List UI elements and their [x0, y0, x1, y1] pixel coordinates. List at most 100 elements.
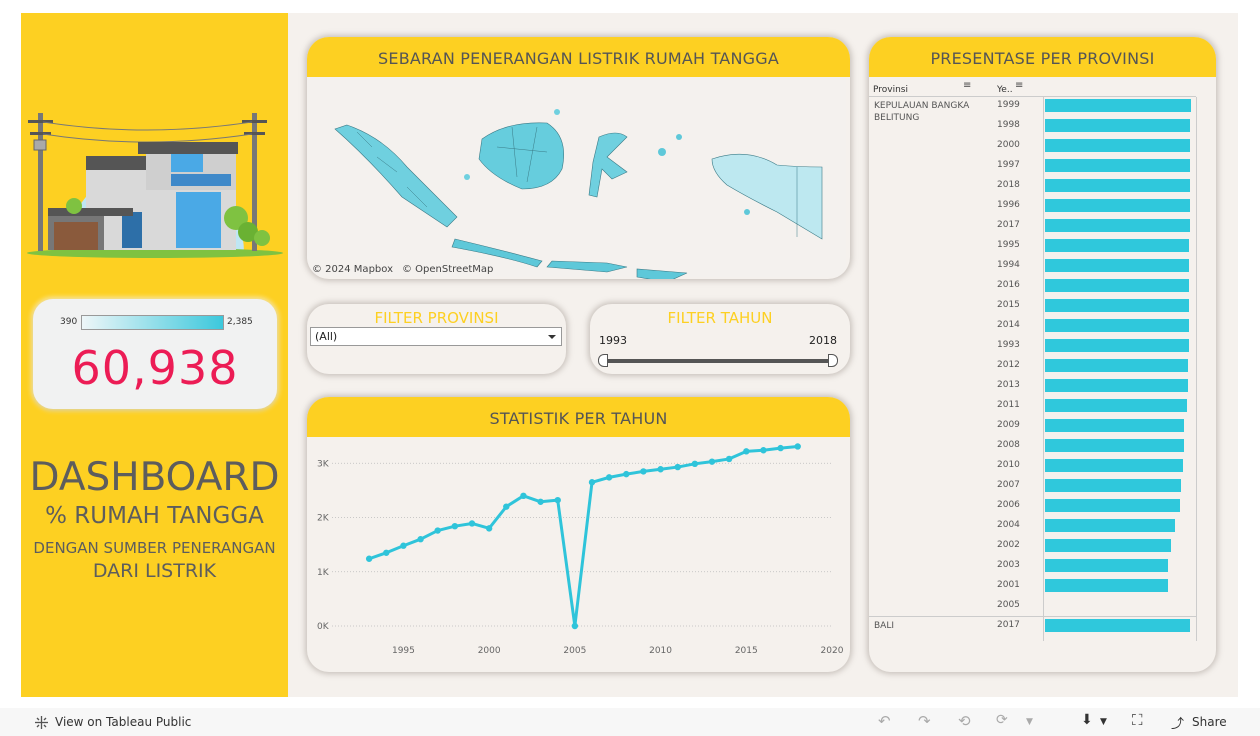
column-header-year[interactable]: Ye.. — [997, 85, 1013, 95]
data-point[interactable] — [434, 527, 441, 534]
percent-bar[interactable] — [1045, 479, 1182, 492]
data-point[interactable] — [640, 468, 647, 475]
year-label: 2015 — [997, 300, 1020, 310]
data-point[interactable] — [365, 555, 373, 562]
data-point[interactable] — [520, 492, 527, 500]
percent-bar[interactable] — [1045, 459, 1183, 472]
map-card-title: SEBARAN PENERANGAN LISTRIK RUMAH TANGGA — [307, 37, 850, 77]
map-attribution-mapbox[interactable]: © 2024 Mapbox — [312, 264, 393, 275]
percent-bar[interactable] — [1045, 579, 1168, 592]
data-point[interactable] — [657, 466, 664, 473]
indonesia-map[interactable]: © 2024 Mapbox © OpenStreetMap — [307, 77, 850, 279]
percent-bar[interactable] — [1045, 419, 1185, 432]
data-point[interactable] — [691, 460, 699, 468]
dashboard-subtitle-2: DENGAN SUMBER PENERANGAN — [33, 539, 276, 557]
percent-bar[interactable] — [1045, 559, 1168, 572]
percent-bar[interactable] — [1045, 259, 1190, 272]
province-label: KEPULAUAN BANGKA BELITUNG — [874, 101, 970, 123]
percent-bar[interactable] — [1045, 519, 1176, 532]
province-label: BALI — [874, 621, 894, 631]
data-point[interactable] — [623, 470, 630, 478]
revert-icon[interactable]: ⟲ — [958, 712, 971, 730]
data-point[interactable] — [794, 443, 801, 450]
provinsi-dropdown[interactable]: (All) — [310, 327, 562, 346]
year-label: 2002 — [997, 540, 1020, 550]
x-tick-label: 2005 — [563, 646, 586, 656]
percent-bar[interactable] — [1045, 319, 1189, 332]
tableau-logo-icon[interactable] — [34, 715, 49, 730]
year-range-slider[interactable] — [602, 359, 834, 363]
dashboard-stage: 390 2,385 60,938 DASHBOARD % RUMAH TANGG… — [0, 0, 1260, 736]
year-label: 2016 — [997, 280, 1020, 290]
percent-bar[interactable] — [1045, 179, 1191, 192]
view-on-tableau-link[interactable]: View on Tableau Public — [55, 715, 191, 729]
data-point[interactable] — [760, 447, 767, 454]
percent-bar[interactable] — [1045, 239, 1190, 252]
year-label: 2000 — [997, 140, 1020, 150]
data-point[interactable] — [674, 463, 681, 471]
data-point[interactable] — [400, 542, 407, 549]
series-line — [368, 444, 798, 628]
kpi-value: 60,938 — [71, 341, 239, 395]
sort-icon[interactable]: ≡ — [963, 80, 971, 91]
data-point[interactable] — [537, 498, 544, 505]
data-point[interactable] — [605, 474, 613, 481]
percent-bar[interactable] — [1045, 619, 1191, 632]
share-button[interactable]: Share — [1192, 715, 1227, 729]
percent-bar[interactable] — [1045, 219, 1191, 232]
data-point[interactable] — [485, 525, 493, 532]
line-chart[interactable]: 0K 1K 2K 3K 1995 2000 2005 2010 2015 2020 — [307, 437, 850, 672]
year-label: 2004 — [997, 520, 1020, 530]
data-point[interactable] — [554, 496, 561, 504]
percent-bar[interactable] — [1045, 299, 1190, 312]
download-icon[interactable]: ⬇ — [1081, 712, 1093, 728]
percent-bar[interactable] — [1045, 379, 1188, 392]
redo-icon[interactable]: ↷ — [918, 712, 931, 730]
percent-bar[interactable] — [1045, 439, 1185, 452]
percent-bar[interactable] — [1045, 399, 1188, 412]
kpi-card: 390 2,385 60,938 — [33, 299, 277, 409]
data-point[interactable] — [743, 448, 750, 455]
percent-bar[interactable] — [1045, 279, 1190, 292]
year-label: 2010 — [997, 460, 1020, 470]
pause-dropdown-icon[interactable]: ▼ — [1026, 717, 1033, 727]
data-point[interactable] — [588, 479, 596, 486]
percent-bar[interactable] — [1045, 159, 1191, 172]
year-label: 2011 — [997, 400, 1020, 410]
bar-axis-line-right — [1196, 97, 1197, 641]
data-point[interactable] — [468, 520, 476, 527]
data-point[interactable] — [417, 536, 424, 543]
undo-icon[interactable]: ↶ — [878, 712, 891, 730]
statistik-card-title: STATISTIK PER TAHUN — [307, 397, 850, 437]
share-icon[interactable]: ⤴ — [1171, 713, 1184, 732]
download-dropdown-icon[interactable]: ▼ — [1100, 717, 1107, 727]
fullscreen-icon[interactable]: ⛶ — [1132, 711, 1143, 729]
data-point[interactable] — [725, 455, 733, 463]
map-attribution-osm[interactable]: © OpenStreetMap — [402, 264, 493, 275]
percent-bar[interactable] — [1045, 99, 1191, 112]
house-illustration — [27, 113, 283, 258]
data-point[interactable] — [503, 503, 510, 510]
refresh-icon[interactable]: ⟳ — [996, 712, 1008, 728]
percent-bar[interactable] — [1045, 339, 1189, 352]
data-point[interactable] — [777, 444, 784, 452]
percent-bar[interactable] — [1045, 359, 1188, 372]
percent-bar[interactable] — [1045, 499, 1180, 512]
sort-icon[interactable]: ≡ — [1015, 80, 1023, 91]
data-point[interactable] — [708, 458, 716, 465]
data-point[interactable] — [571, 622, 579, 630]
data-point[interactable] — [451, 522, 459, 530]
color-legend-bar — [81, 315, 224, 330]
year-label: 2013 — [997, 380, 1020, 390]
column-header-provinsi[interactable]: Provinsi — [873, 85, 908, 95]
year-label: 2003 — [997, 560, 1020, 570]
percent-bar[interactable] — [1045, 119, 1191, 132]
provinsi-dropdown-value: (All) — [315, 330, 338, 343]
data-point[interactable] — [383, 549, 390, 556]
x-tick-label: 1995 — [392, 646, 415, 656]
percent-bar[interactable] — [1045, 139, 1191, 152]
slider-handle-max[interactable] — [828, 354, 838, 367]
percent-bar[interactable] — [1045, 539, 1171, 552]
slider-handle-min[interactable] — [598, 354, 608, 367]
percent-bar[interactable] — [1045, 199, 1191, 212]
